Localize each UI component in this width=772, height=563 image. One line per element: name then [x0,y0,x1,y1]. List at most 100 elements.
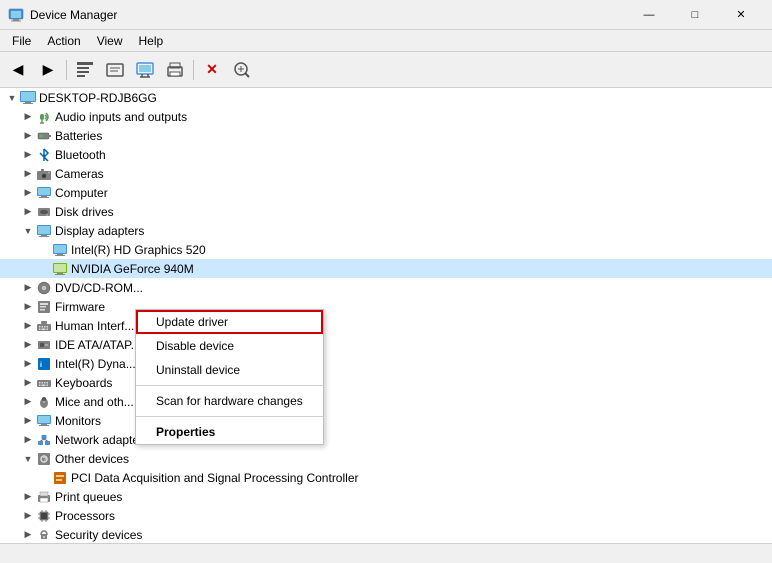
intel-hd-expand [36,242,52,258]
context-menu-scan-hardware[interactable]: Scan for hardware changes [136,389,323,413]
title-bar: Device Manager — □ ✕ [0,0,772,30]
bluetooth-expand[interactable]: ▶ [20,147,36,163]
monitors-label: Monitors [55,414,101,428]
dvd-icon [36,280,52,296]
nvidia-label: NVIDIA GeForce 940M [71,262,194,276]
tree-item-securitydevices[interactable]: ▶ Security devices [0,525,772,543]
cameras-expand[interactable]: ▶ [20,166,36,182]
firmware-label: Firmware [55,300,105,314]
tree-item-computer[interactable]: ▶ Computer [0,183,772,202]
context-menu-disable-device[interactable]: Disable device [136,334,323,358]
tree-item-networkadapters[interactable]: ▶ Network adapters [0,430,772,449]
diskdrives-label: Disk drives [55,205,114,219]
printqueues-label: Print queues [55,490,122,504]
toolbar-collapse[interactable] [71,56,99,84]
batteries-icon [36,128,52,144]
toolbar-monitor[interactable] [131,56,159,84]
toolbar-delete[interactable]: ✕ [198,56,226,84]
firmware-icon [36,299,52,315]
toolbar-forward[interactable]: ▶ [34,56,62,84]
dvd-expand[interactable]: ▶ [20,280,36,296]
otherdevices-expand[interactable]: ▼ [20,451,36,467]
root-icon [20,90,36,106]
app-icon [8,7,24,23]
otherdevices-icon: ? [36,451,52,467]
tree-item-processors[interactable]: ▶ Processors [0,506,772,525]
ideata-label: IDE ATA/ATAP... [55,338,141,352]
menu-view[interactable]: View [89,32,131,50]
computer-label: Computer [55,186,108,200]
context-menu-properties[interactable]: Properties [136,420,323,444]
dvd-label: DVD/CD-ROM... [55,281,143,295]
inteldyna-expand[interactable]: ▶ [20,356,36,372]
intel-hd-label: Intel(R) HD Graphics 520 [71,243,206,257]
displayadapters-label: Display adapters [55,224,144,238]
computer-expand[interactable]: ▶ [20,185,36,201]
minimize-button[interactable]: — [626,0,672,30]
tree-item-humaninterf[interactable]: ▶ Human Interf... [0,316,772,335]
humaninterf-expand[interactable]: ▶ [20,318,36,334]
securitydevices-expand[interactable]: ▶ [20,527,36,543]
firmware-expand[interactable]: ▶ [20,299,36,315]
humaninterf-icon [36,318,52,334]
computer-icon [36,185,52,201]
cameras-label: Cameras [55,167,104,181]
tree-item-displayadapters[interactable]: ▼ Display adapters [0,221,772,240]
tree-item-bluetooth[interactable]: ▶ Bluetooth [0,145,772,164]
tree-item-pcidata[interactable]: PCI Data Acquisition and Signal Processi… [0,468,772,487]
tree-view[interactable]: ▼ DESKTOP-RDJB6GG ▶ [0,88,772,543]
audio-expand[interactable]: ▶ [20,109,36,125]
mice-expand[interactable]: ▶ [20,394,36,410]
maximize-button[interactable]: □ [672,0,718,30]
context-menu-uninstall-device[interactable]: Uninstall device [136,358,323,382]
context-menu-separator [136,385,323,386]
networkadapters-expand[interactable]: ▶ [20,432,36,448]
keyboards-label: Keyboards [55,376,112,390]
menu-help[interactable]: Help [131,32,172,50]
processors-expand[interactable]: ▶ [20,508,36,524]
monitors-expand[interactable]: ▶ [20,413,36,429]
pcidata-expand [36,470,52,486]
tree-item-cameras[interactable]: ▶ Cameras [0,164,772,183]
tree-item-firmware[interactable]: ▶ Firmware [0,297,772,316]
svg-text:?: ? [43,457,47,464]
tree-item-inteldyna[interactable]: ▶ i Intel(R) Dyna... [0,354,772,373]
window-controls[interactable]: — □ ✕ [626,0,764,30]
tree-item-audio[interactable]: ▶ Audio inputs and outputs [0,107,772,126]
pcidata-icon [52,470,68,486]
ideata-icon [36,337,52,353]
tree-item-dvd[interactable]: ▶ DVD/CD-ROM... [0,278,772,297]
tree-root[interactable]: ▼ DESKTOP-RDJB6GG [0,88,772,107]
tree-item-printqueues[interactable]: ▶ Print queues [0,487,772,506]
tree-item-diskdrives[interactable]: ▶ Disk drives [0,202,772,221]
toolbar-print[interactable] [161,56,189,84]
context-menu-update-driver[interactable]: Update driver [136,310,323,334]
toolbar-properties[interactable] [101,56,129,84]
diskdrives-expand[interactable]: ▶ [20,204,36,220]
tree-item-intel-hd[interactable]: Intel(R) HD Graphics 520 [0,240,772,259]
keyboards-expand[interactable]: ▶ [20,375,36,391]
displayadapters-icon [36,223,52,239]
bluetooth-icon [36,147,52,163]
ideata-expand[interactable]: ▶ [20,337,36,353]
tree-item-mice[interactable]: ▶ Mice and oth... [0,392,772,411]
toolbar-back[interactable]: ◀ [4,56,32,84]
batteries-expand[interactable]: ▶ [20,128,36,144]
close-button[interactable]: ✕ [718,0,764,30]
root-expand-icon[interactable]: ▼ [4,90,20,106]
tree-item-otherdevices[interactable]: ▼ ? Other devices [0,449,772,468]
menu-file[interactable]: File [4,32,39,50]
networkadapters-icon [36,432,52,448]
pcidata-label: PCI Data Acquisition and Signal Processi… [71,471,358,485]
tree-item-nvidia[interactable]: NVIDIA GeForce 940M [0,259,772,278]
nvidia-icon [52,261,68,277]
batteries-label: Batteries [55,129,102,143]
tree-item-batteries[interactable]: ▶ Batteries [0,126,772,145]
tree-item-monitors[interactable]: ▶ Monitors [0,411,772,430]
tree-item-ideata[interactable]: ▶ IDE ATA/ATAP... [0,335,772,354]
menu-action[interactable]: Action [39,32,88,50]
toolbar-scan[interactable] [228,56,256,84]
displayadapters-expand[interactable]: ▼ [20,223,36,239]
tree-item-keyboards[interactable]: ▶ Keyboards [0,373,772,392]
printqueues-expand[interactable]: ▶ [20,489,36,505]
